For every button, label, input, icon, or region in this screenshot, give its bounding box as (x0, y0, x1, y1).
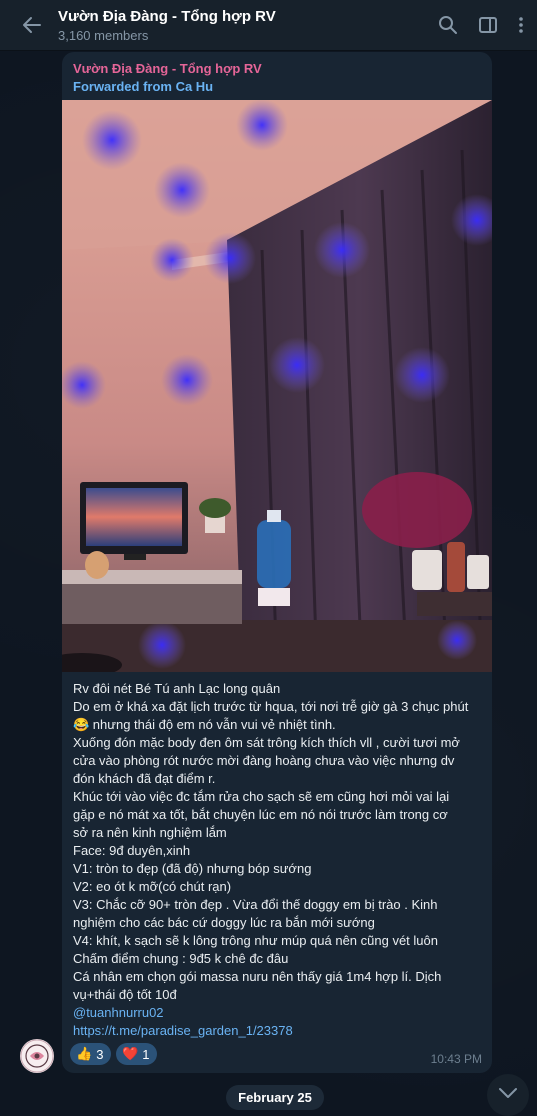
more-vertical-icon[interactable] (510, 14, 532, 36)
chat-title[interactable]: Vườn Địa Đàng - Tổng hợp RV (58, 8, 276, 25)
text-line: V2: eo ót k mỡ(có chút rạn) (73, 879, 232, 894)
text-line: cửa vào phòng rót nước mời đàng hoàng ch… (73, 753, 455, 768)
sidebar-toggle-icon[interactable] (477, 14, 499, 36)
text-line: vụ+thái độ tốt 10đ (73, 987, 177, 1002)
text-line: Face: 9đ duyên,xinh (73, 843, 191, 858)
search-icon[interactable] (437, 14, 459, 36)
text-line: gặp e nó mát xa tốt, bắt chuyện lúc em n… (73, 807, 448, 822)
reaction-count: 3 (96, 1046, 104, 1062)
mention-link[interactable]: @tuanhnurru02 (73, 1004, 485, 1022)
forwarded-from[interactable]: Forwarded from Ca Hu (73, 79, 213, 94)
text-line: Rv đôi nét Bé Tú anh Lạc long quân (73, 681, 281, 696)
message-photo[interactable] (62, 100, 492, 672)
reaction-count: 1 (142, 1046, 150, 1062)
message-url-link[interactable]: https://t.me/paradise_garden_1/23378 (73, 1022, 485, 1040)
text-line: Khúc tới vào việc đc tắm rửa cho sạch sẽ… (73, 789, 450, 804)
date-separator: February 25 (226, 1085, 324, 1110)
sender-name[interactable]: Vườn Địa Đàng - Tổng hợp RV (73, 61, 262, 76)
text-line: Cá nhân em chọn gói massa nuru nên thấy … (73, 969, 442, 984)
text-line: nghiệm cho các bác cứ doggy lúc ra bắn m… (73, 915, 375, 930)
member-count: 3,160 members (58, 28, 149, 43)
message-bubble[interactable]: Vườn Địa Đàng - Tổng hợp RV Forwarded fr… (62, 52, 492, 1073)
reaction-heart[interactable]: ❤️ 1 (116, 1043, 158, 1065)
sender-avatar[interactable] (20, 1039, 54, 1073)
thumbs-up-icon: 👍 (76, 1046, 93, 1061)
back-arrow-icon[interactable] (18, 12, 48, 38)
text-line: V3: Chắc cỡ 90+ tròn đẹp . Vừa đổi thế d… (73, 897, 438, 912)
text-line: V1: tròn to đẹp (đã độ) nhưng bóp sướng (73, 861, 312, 876)
text-line: đón khách đã đạt điểm r. (73, 771, 216, 786)
chat-header: Vườn Địa Đàng - Tổng hợp RV 3,160 member… (0, 0, 537, 51)
text-line: sở ra nên kinh nghiệm lắm (73, 825, 227, 840)
message-time: 10:43 PM (430, 1052, 482, 1066)
text-line: Do em ở khá xa đặt lịch trước từ hqua, t… (73, 699, 469, 714)
chevron-down-icon (498, 1086, 518, 1104)
text-line: Xuống đón mặc body đen ôm sát trông kích… (73, 735, 460, 750)
heart-icon: ❤️ (122, 1046, 139, 1061)
text-line: 😂 nhưng thái độ em nó vẫn vui vẻ nhiệt t… (73, 717, 336, 732)
text-line: Chấm điểm chung : 9đ5 k chê đc đâu (73, 951, 289, 966)
message-text: Rv đôi nét Bé Tú anh Lạc long quân Do em… (73, 680, 485, 1040)
reaction-thumbs-up[interactable]: 👍 3 (70, 1043, 112, 1065)
text-line: V4: khít, k sạch sẽ k lông trông như múp… (73, 933, 438, 948)
